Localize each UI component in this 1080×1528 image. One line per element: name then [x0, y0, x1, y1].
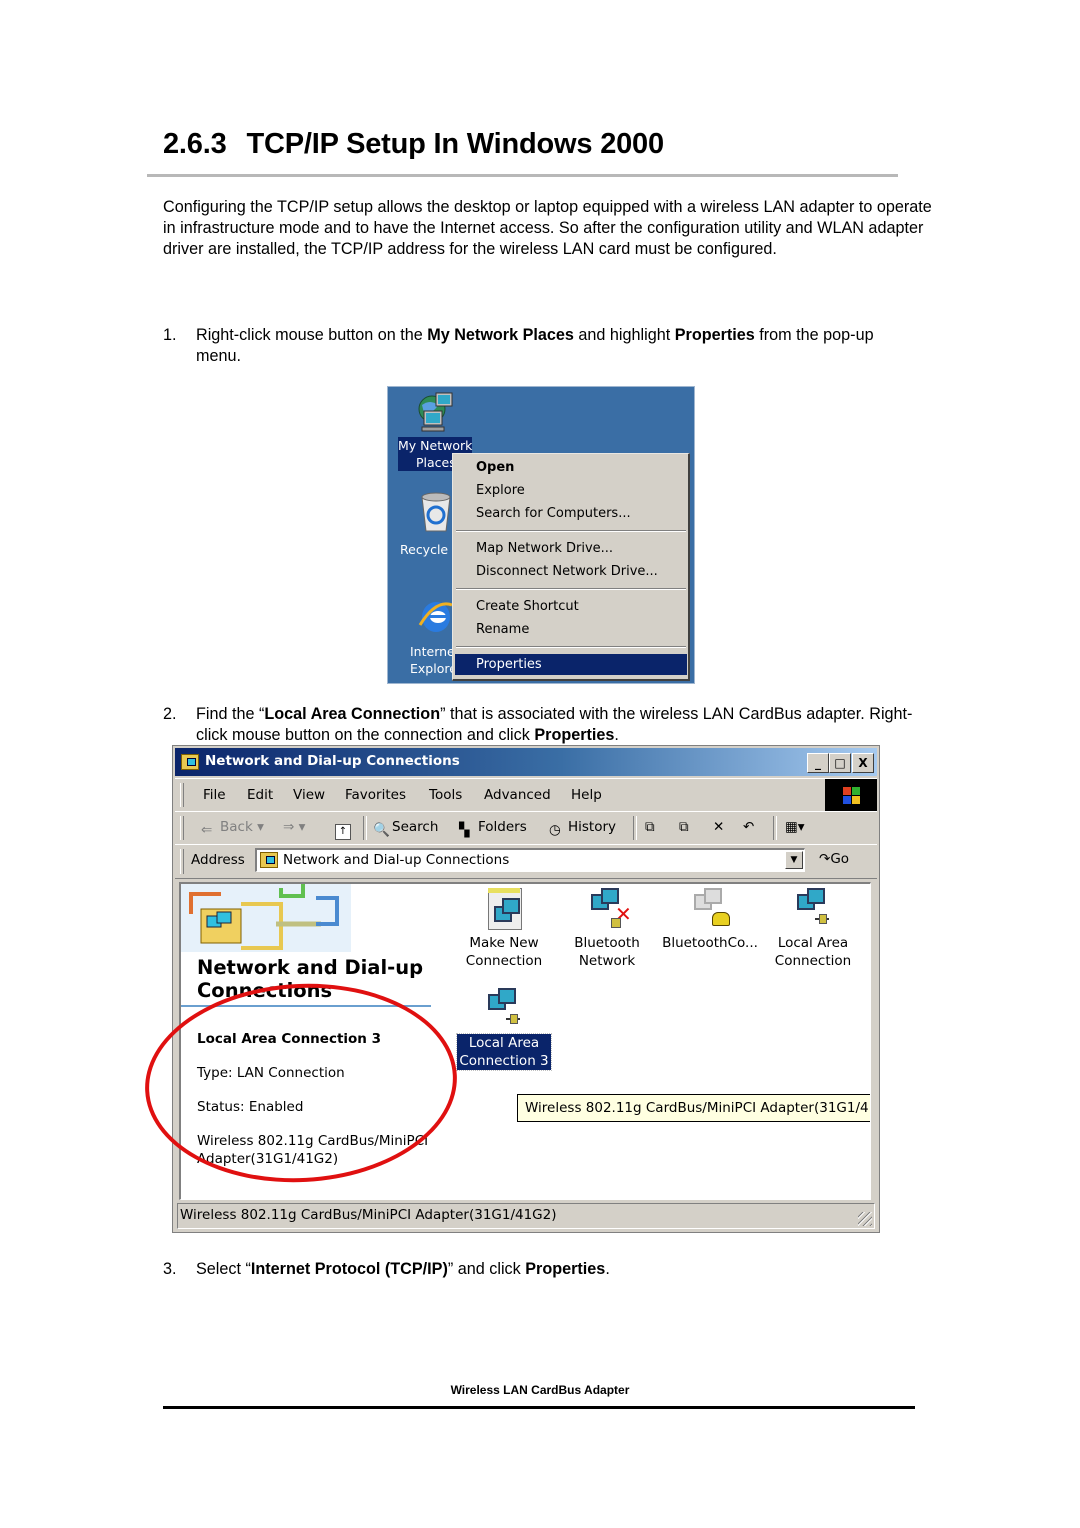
make-new-connection-icon [484, 888, 524, 930]
step-text: Right-click mouse button on the My Netwo… [196, 326, 874, 365]
toolbar-grip[interactable] [180, 849, 184, 874]
toolbar-grip[interactable] [180, 783, 184, 807]
go-arrow-icon: ↷ [819, 851, 831, 867]
windows-logo-icon [825, 779, 877, 811]
delete-button[interactable]: ✕ [713, 819, 724, 835]
menu-item-explore[interactable]: Explore [455, 480, 687, 501]
menu-item-open[interactable]: Open [455, 457, 687, 478]
undo-button[interactable]: ↶ [743, 819, 754, 835]
toolbar-separator [773, 816, 777, 840]
menu-edit[interactable]: Edit [247, 787, 273, 803]
up-folder-icon: ↑ [335, 824, 351, 840]
copy-to-icon: ⧉ [679, 819, 689, 835]
step-3: 3. Select “Internet Protocol (TCP/IP)” a… [163, 1259, 933, 1281]
undo-icon: ↶ [743, 819, 755, 835]
menu-separator [456, 646, 686, 648]
step-text: Select “Internet Protocol (TCP/IP)” and … [196, 1260, 610, 1278]
toolbar-separator [363, 816, 367, 840]
title-bar[interactable]: Network and Dial-up Connections _ □ X [175, 748, 877, 776]
go-button[interactable]: ↷Go [819, 851, 849, 867]
status-text: Wireless 802.11g CardBus/MiniPCI Adapter… [180, 1207, 557, 1223]
step-number: 2. [163, 705, 177, 723]
forward-button[interactable]: ⇒ ▾ [283, 819, 305, 835]
step-1: 1. Right-click mouse button on the My Ne… [163, 325, 933, 369]
step-2: 2. Find the “Local Area Connection” that… [163, 704, 933, 748]
folder-network-icon [260, 852, 278, 868]
step-number: 3. [163, 1260, 177, 1278]
views-grid-icon: ▦▾ [785, 819, 805, 835]
menu-advanced[interactable]: Advanced [484, 787, 551, 803]
menu-item-rename[interactable]: Rename [455, 619, 687, 640]
section-heading: 2.6.3 TCP/IP Setup In Windows 2000 [163, 128, 664, 161]
menu-separator [456, 588, 686, 590]
search-button[interactable]: 🔍 Search [373, 819, 438, 838]
menu-tools[interactable]: Tools [429, 787, 462, 803]
network-places-icon[interactable] [416, 391, 456, 432]
back-button[interactable]: ⇐ Back ▾ [201, 819, 264, 838]
resize-grip-icon[interactable] [858, 1212, 872, 1226]
tooltip: Wireless 802.11g CardBus/MiniPCI Adapter… [517, 1094, 870, 1122]
step-text: Find the “Local Area Connection” that is… [196, 705, 913, 744]
menu-item-disconnect-drive[interactable]: Disconnect Network Drive... [455, 561, 687, 582]
folders-button[interactable]: ▚ Folders [459, 819, 527, 838]
status-bar: Wireless 802.11g CardBus/MiniPCI Adapter… [177, 1203, 875, 1229]
back-arrow-icon: ⇐ [201, 822, 213, 838]
standard-toolbar: ⇐ Back ▾ ⇒ ▾ ↑ 🔍 Search ▚ Folders ◷ History … [175, 811, 877, 845]
desktop-screenshot: My Network Places Recycle Bin Internet E… [387, 386, 695, 684]
views-button[interactable]: ▦▾ [785, 819, 805, 835]
menu-view[interactable]: View [293, 787, 325, 803]
toolbar-grip[interactable] [180, 816, 184, 840]
section-title: TCP/IP Setup In Windows 2000 [246, 128, 665, 160]
bluetooth-dialup-icon [690, 888, 730, 928]
menu-help[interactable]: Help [571, 787, 602, 803]
window-title: Network and Dial-up Connections [205, 753, 460, 769]
connection-item[interactable]: ✕ Bluetooth Network [552, 888, 662, 970]
section-number: 2.6.3 [163, 128, 227, 160]
internet-explorer-icon[interactable] [416, 595, 456, 635]
history-icon: ◷ [549, 822, 561, 838]
address-input[interactable]: Network and Dial-up Connections ▼ [255, 848, 805, 872]
folder-network-icon [181, 754, 199, 770]
move-to-icon: ⧉ [645, 819, 655, 835]
bluetooth-network-disconnected-icon: ✕ [587, 888, 632, 928]
page-footer: Wireless LAN CardBus Adapter [450, 1383, 630, 1397]
banner-art [181, 884, 351, 952]
heading-divider [147, 174, 898, 177]
context-menu: Open Explore Search for Computers... Map… [452, 453, 690, 681]
move-to-button[interactable]: ⧉ [645, 819, 655, 835]
forward-arrow-icon: ⇒ ▾ [283, 819, 306, 835]
connection-item[interactable]: Local Area Connection [758, 888, 868, 970]
copy-to-button[interactable]: ⧉ [679, 819, 689, 835]
up-folder-button[interactable]: ↑ [335, 819, 354, 840]
menu-item-map-drive[interactable]: Map Network Drive... [455, 538, 687, 559]
address-label: Address [191, 852, 245, 868]
connection-item-selected[interactable]: Local Area Connection 3 [449, 988, 559, 1071]
step-number: 1. [163, 326, 177, 344]
toolbar-separator [633, 816, 637, 840]
menu-favorites[interactable]: Favorites [345, 787, 406, 803]
address-dropdown-button[interactable]: ▼ [785, 851, 803, 869]
menu-file[interactable]: File [203, 787, 226, 803]
minimize-button[interactable]: _ [807, 753, 829, 773]
menu-item-search-computers[interactable]: Search for Computers... [455, 503, 687, 524]
close-button[interactable]: X [852, 753, 874, 773]
menu-item-properties[interactable]: Properties [455, 654, 687, 675]
address-bar: Address Network and Dial-up Connections … [175, 844, 877, 879]
maximize-button[interactable]: □ [829, 753, 851, 773]
menu-item-create-shortcut[interactable]: Create Shortcut [455, 596, 687, 617]
folders-icon: ▚ [459, 822, 470, 838]
connection-item[interactable]: Make New Connection [449, 888, 559, 970]
menu-bar: File Edit View Favorites Tools Advanced … [175, 778, 877, 812]
history-button[interactable]: ◷ History [549, 819, 616, 838]
lan-connection-icon [793, 888, 833, 928]
footer-rule [163, 1406, 915, 1409]
lan-connection-icon [484, 988, 524, 1028]
search-icon: 🔍 [373, 822, 390, 838]
connection-item[interactable]: BluetoothCo... [655, 888, 765, 952]
intro-paragraph: Configuring the TCP/IP setup allows the … [163, 198, 932, 258]
menu-separator [456, 530, 686, 532]
delete-x-icon: ✕ [713, 819, 725, 835]
